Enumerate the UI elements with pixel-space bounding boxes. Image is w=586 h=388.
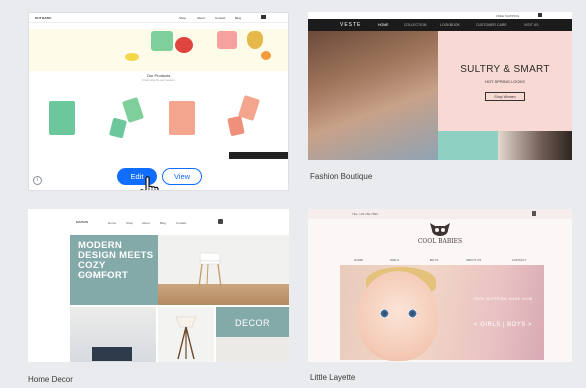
info-icon[interactable]: i — [33, 176, 42, 185]
room-photo — [70, 307, 156, 362]
thumb-products-title: Our Products — [146, 73, 171, 78]
thumb-nav-item: About — [142, 221, 150, 225]
thumb-shipping-note: FREE SHIPPING — [496, 14, 520, 18]
product-box — [49, 101, 75, 135]
thumb-nav-item: Shop — [126, 221, 134, 225]
thumb-nav-item: BOYS — [430, 258, 439, 262]
orange-graphic — [261, 51, 271, 60]
thumb-nav-item: Contact — [176, 221, 187, 225]
thumb-nav-item: GIRLS — [390, 258, 400, 262]
cart-icon — [532, 211, 536, 216]
product-box — [227, 115, 245, 137]
thumb-color-block — [438, 131, 498, 160]
thumb-nav-item: About — [197, 16, 205, 20]
thumb-footer-strip — [229, 152, 288, 159]
thumb-nav: OUT BASIC Shop About Contact Blog — [29, 13, 288, 23]
template-thumbnail-home-decor[interactable]: MAISON Home Shop About Blog Contact MODE… — [28, 209, 289, 362]
template-name-fashion-boutique: Fashion Boutique — [310, 172, 373, 181]
thumb-nav-item: HOME — [378, 23, 389, 27]
template-thumbnail-fashion-boutique[interactable]: FREE SHIPPING VESTE HOME COLLECTION LOOK… — [308, 12, 572, 160]
thumb-nav: HOME GIRLS BOYS ABOUT US CONTACT — [308, 255, 572, 265]
cart-icon — [538, 13, 542, 17]
chair-photo — [158, 235, 289, 305]
thumb-decor-label: DECOR — [234, 318, 270, 328]
textile-photo — [216, 337, 289, 362]
product-box — [169, 101, 195, 135]
hand-pointer-icon — [139, 176, 161, 190]
thumb-nav-item: COLLECTION — [404, 23, 427, 27]
thumb-nav: MAISON Home Shop About Blog Contact — [28, 209, 289, 234]
thumb-logo: OUT BASIC — [35, 16, 52, 20]
product-box — [109, 117, 127, 139]
baby-eye-graphic — [408, 309, 417, 318]
baby-face-graphic — [358, 271, 438, 361]
fruit-box-graphic — [151, 31, 173, 51]
thumb-brand: VESTE — [340, 22, 362, 28]
thumb-logo: COOL BABIES — [417, 238, 463, 245]
thumb-subline: Create the perfect space — [78, 273, 111, 277]
product-box — [121, 97, 145, 123]
thumb-nav-item: LOOKBOOK — [440, 23, 460, 27]
thumb-nav-item: CONTACT — [512, 258, 527, 262]
thumb-promo: FREE SHIPPING MADE NOW — [473, 297, 533, 301]
template-card-home-decor[interactable]: MAISON Home Shop About Blog Contact MODE… — [28, 209, 289, 362]
strawberry-graphic — [175, 37, 193, 53]
view-button[interactable]: View — [162, 168, 202, 185]
cart-icon — [261, 15, 266, 19]
pineapple-graphic — [247, 31, 263, 49]
fruit-box-graphic — [217, 31, 237, 49]
thumb-headline: SULTRY & SMART — [460, 64, 550, 75]
thumb-nav-item: VISIT US — [524, 23, 539, 27]
owl-logo-icon — [428, 221, 452, 237]
banana-graphic — [125, 53, 139, 61]
thumb-top-strip: TEL: 123-456-7890 — [308, 209, 572, 219]
thumb-nav-item: Blog — [160, 221, 167, 225]
thumb-phone: TEL: 123-456-7890 — [352, 212, 378, 216]
thumb-cta: Shop Women — [485, 92, 525, 101]
template-name-little-layette: Little Layette — [310, 373, 356, 382]
model-photo — [308, 31, 438, 160]
thumb-nav: VESTE HOME COLLECTION LOOKBOOK CUSTOMER … — [308, 19, 572, 31]
thumb-nav-item: CUSTOMER CARE — [476, 23, 507, 27]
thumb-promo-links: < GIRLS | BOYS > — [474, 322, 532, 328]
thumb-nav-item: Shop — [179, 16, 187, 20]
template-card-little-layette[interactable]: TEL: 123-456-7890 COOL BABIES HOME GIRLS… — [308, 209, 572, 362]
thumb-nav-item: HOME — [354, 258, 363, 262]
cart-icon — [218, 219, 223, 224]
template-thumbnail-1[interactable]: OUT BASIC Shop About Contact Blog Our Pr… — [29, 13, 288, 159]
template-thumbnail-little-layette[interactable]: TEL: 123-456-7890 COOL BABIES HOME GIRLS… — [308, 209, 572, 362]
template-card-fashion-boutique[interactable]: FREE SHIPPING VESTE HOME COLLECTION LOOK… — [308, 12, 572, 160]
baby-eye-graphic — [380, 309, 389, 318]
thumb-subline: HOT SPRING LOOKS — [485, 79, 525, 84]
thumb-brand: MAISON — [76, 220, 88, 224]
model-photo-2 — [498, 131, 572, 160]
thumb-top-strip: FREE SHIPPING — [308, 12, 572, 19]
lamp-photo — [158, 307, 214, 362]
thumb-nav-item: Contact — [215, 16, 226, 20]
thumb-nav-item: Home — [108, 221, 117, 225]
sofa-graphic — [92, 347, 132, 361]
template-name-home-decor: Home Decor — [28, 375, 73, 384]
thumb-nav-item: Blog — [235, 16, 242, 20]
thumb-products-sub: Fresh picks for every season — [142, 79, 175, 82]
template-card-1[interactable]: OUT BASIC Shop About Contact Blog Our Pr… — [28, 12, 289, 191]
thumb-nav-item: ABOUT US — [466, 258, 482, 262]
